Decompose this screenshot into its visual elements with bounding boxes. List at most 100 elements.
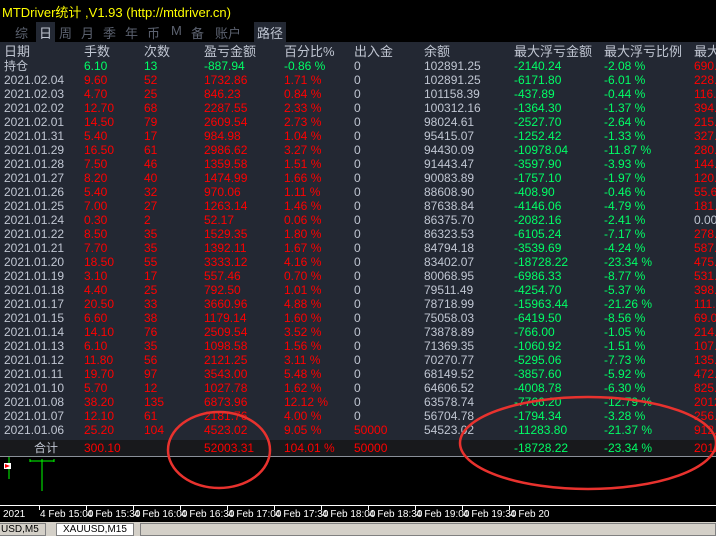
tab-8[interactable]: 备 [188, 22, 207, 42]
cell-maxdd: -408.90 [514, 185, 555, 199]
cell-lots: 7.00 [84, 199, 108, 213]
cell-lots: 3.10 [84, 269, 108, 283]
candle-icon [8, 457, 55, 491]
axis-label: 2021 [3, 509, 26, 520]
axis-label: 4 Feb 16:30 [181, 509, 235, 520]
tab-3[interactable]: 月 [78, 22, 97, 42]
cell-maxdd: -18728.22 [514, 255, 569, 269]
tab-7[interactable]: M [168, 22, 185, 42]
tab-6[interactable]: 币 [144, 22, 163, 42]
cell-maxddpct: -5.37 % [604, 283, 646, 297]
cell-label: 2021.01.24 [4, 213, 65, 227]
cell-pct: 1.11 % [284, 185, 321, 199]
cell-pnl: 1027.78 [204, 381, 248, 395]
tick-mark [274, 506, 275, 510]
chart-tab-0[interactable]: USD,M5 [0, 523, 46, 536]
tab-10[interactable]: 路径 [254, 22, 287, 42]
tab-0[interactable]: 综 [12, 22, 31, 42]
tab-1[interactable]: 日 [36, 22, 56, 42]
table-row: 2021.01.25 7.00 27 1263.14 1.46 % 0 87638.84 -4… [0, 199, 716, 213]
axis-label: 4 Feb 17:30 [275, 509, 329, 520]
cell-last: 116.5 [694, 87, 716, 101]
cell-pnl: 1529.35 [204, 227, 248, 241]
cell-flow: 0 [354, 297, 361, 311]
axis-label: 4 Feb 17:00 [228, 509, 282, 520]
cell-count: 12 [144, 381, 158, 395]
cell-pct: 1.46 % [284, 199, 322, 213]
cell-lots: 7.50 [84, 157, 108, 171]
position-row: 持仓 6.10 13 -887.94 -0.86 % 0 102891.25 -2140.24… [0, 59, 716, 73]
column-header: 盈亏金额 [204, 44, 257, 59]
table-row: 2021.01.10 5.70 12 1027.78 1.62 % 0 64606.52 -4… [0, 381, 716, 395]
cell-pnl: 1098.58 [204, 339, 248, 353]
tick-mark [321, 506, 322, 510]
cell-balance: 100312.16 [424, 101, 481, 115]
cell-balance: 83402.07 [424, 255, 475, 269]
cell-maxdd: -2527.70 [514, 115, 562, 129]
cell-maxddpct: -2.41 % [604, 213, 646, 227]
cell-maxddpct: -1.97 % [604, 171, 646, 185]
cell-maxddpct: -7.17 % [604, 227, 646, 241]
table-row: 2021.01.28 7.50 46 1359.58 1.51 % 0 91443.47 -3… [0, 157, 716, 171]
cell-last: 135.5 [694, 353, 716, 367]
cell-label: 持仓 [4, 59, 29, 73]
cell-pnl: 970.06 [204, 185, 241, 199]
cell-maxddpct: -2.64 % [604, 115, 646, 129]
cell-balance: 94430.09 [424, 143, 475, 157]
cell-flow: 0 [354, 185, 361, 199]
tab-5[interactable]: 年 [122, 22, 141, 42]
cell-maxddpct: -0.46 % [604, 185, 646, 199]
cell-flow: 0 [354, 283, 361, 297]
column-header: 最大 [694, 44, 716, 59]
table-row: 2021.02.03 4.70 25 846.23 0.84 % 0 101158.39 -4… [0, 87, 716, 101]
cell-balance: 75058.03 [424, 311, 475, 325]
cell-lots: 5.40 [84, 185, 108, 199]
cell-balance: 79511.49 [424, 283, 474, 297]
cell-count: 38 [144, 311, 158, 325]
table-row: 2021.01.29 16.50 61 2986.62 3.27 % 0 94430.09 -… [0, 143, 716, 157]
cell-maxddpct: -6.30 % [604, 381, 646, 395]
cell-maxddpct: -3.93 % [604, 157, 646, 171]
cell-maxddpct: -5.92 % [604, 367, 646, 381]
cell-pct: 1.66 % [284, 171, 322, 185]
cell-last: 394.8 [694, 101, 716, 115]
tab-9[interactable]: 账户 [212, 22, 244, 42]
cell-maxddpct: -3.28 % [604, 409, 646, 423]
total-flow: 50000 [354, 441, 388, 455]
cell-pct: 3.27 % [284, 143, 322, 157]
cell-pnl: 1179.14 [204, 311, 247, 325]
cell-maxdd: -3857.60 [514, 367, 562, 381]
tick-mark [39, 506, 40, 510]
table-row: 2021.01.26 5.40 32 970.06 1.11 % 0 88608.90 -40… [0, 185, 716, 199]
column-header: 百分比% [284, 44, 335, 59]
cell-flow: 0 [354, 101, 361, 115]
cell-label: 2021.01.27 [4, 171, 65, 185]
cell-pct: 1.60 % [284, 311, 322, 325]
tab-4[interactable]: 季 [100, 22, 119, 42]
cell-lots: 14.10 [84, 325, 115, 339]
table-row: 2021.02.04 9.60 52 1732.86 1.71 % 0 102891.25 -… [0, 73, 716, 87]
cell-lots: 5.70 [84, 381, 108, 395]
cell-balance: 68149.52 [424, 367, 475, 381]
total-pnl: 52003.31 [204, 441, 255, 455]
cell-pct: 5.48 % [284, 367, 322, 381]
table-row: 2021.01.20 18.50 55 3333.12 4.16 % 0 83402.07 -… [0, 255, 716, 269]
cell-count: 135 [144, 395, 165, 409]
cell-balance: 86323.53 [424, 227, 475, 241]
cell-label: 2021.01.12 [4, 353, 65, 367]
cell-pct: 9.05 % [284, 423, 322, 437]
tab-2[interactable]: 周 [56, 22, 75, 42]
axis-label: 4 Feb 18:30 [369, 509, 423, 520]
cell-lots: 9.60 [84, 73, 108, 87]
cell-balance: 90083.89 [424, 171, 475, 185]
cell-lots: 0.30 [84, 213, 108, 227]
cell-balance: 87638.84 [424, 199, 475, 213]
cell-last: 107.8 [694, 339, 716, 353]
price-chart[interactable] [0, 456, 716, 506]
cell-flow: 0 [354, 241, 361, 255]
cell-lots: 6.10 [84, 339, 108, 353]
chart-tab-1[interactable]: XAUUSD,M15 [56, 523, 134, 536]
cell-flow: 0 [354, 395, 361, 409]
cell-count: 2 [144, 213, 151, 227]
total-label: 合计 [34, 441, 59, 455]
